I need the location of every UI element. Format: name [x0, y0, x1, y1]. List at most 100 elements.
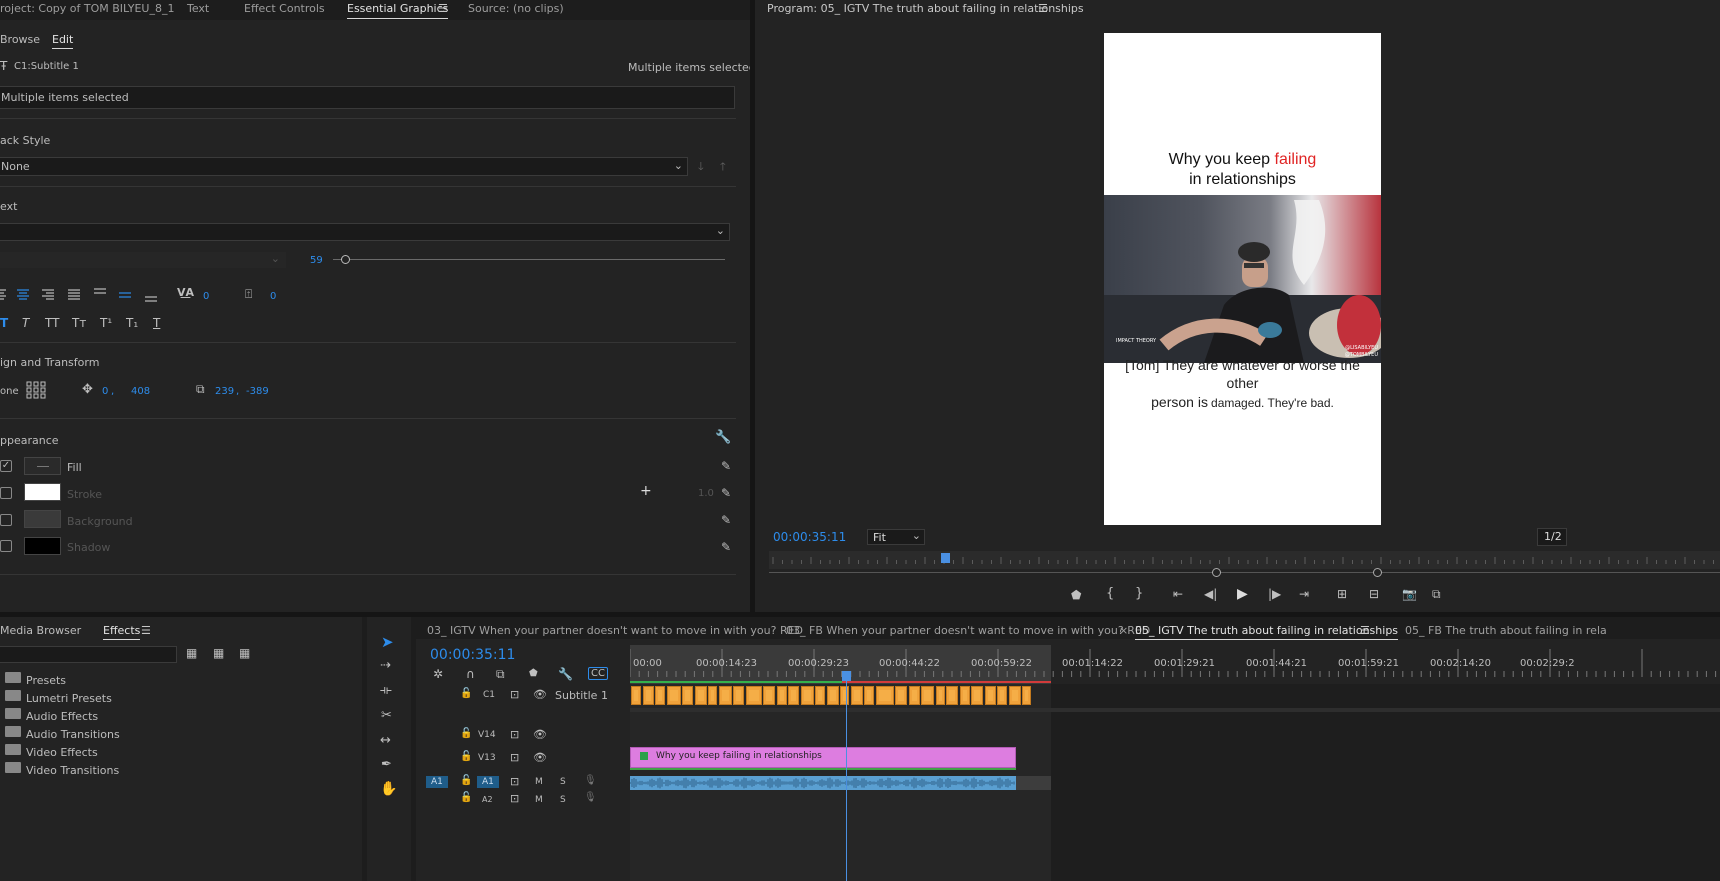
background-swatch[interactable] [24, 510, 61, 528]
camera-icon[interactable]: 📷 [1402, 587, 1417, 601]
mute-button[interactable]: M [535, 795, 543, 805]
source-patch-a1[interactable]: A1 [426, 776, 448, 788]
tab-source[interactable]: Source: (no clips) [468, 2, 564, 15]
caption-clip[interactable] [1008, 686, 1021, 705]
caption-clip[interactable] [935, 686, 945, 705]
hamburger-icon[interactable]: ☰ [1038, 2, 1048, 15]
yuv-effects-icon[interactable]: ▦ [239, 646, 250, 660]
small-caps-button[interactable]: Tт [72, 316, 86, 330]
tab-effects[interactable]: Effects [103, 624, 141, 640]
eyedropper-icon[interactable]: ✎ [721, 459, 731, 473]
eye-icon[interactable]: 👁 [533, 688, 547, 701]
caption-clip[interactable] [666, 686, 681, 705]
caption-clip[interactable] [655, 686, 665, 705]
tracking-value[interactable]: 0 [203, 291, 209, 302]
subscript-button[interactable]: T₁ [126, 316, 138, 330]
background-checkbox[interactable] [0, 514, 12, 526]
timeline-tab[interactable]: 03_ FB When your partner doesn't want to… [786, 624, 1150, 637]
hamburger-icon[interactable]: ☰ [141, 624, 151, 637]
list-item[interactable]: Presets [0, 672, 362, 690]
sync-lock-icon[interactable]: ⊡ [510, 688, 519, 701]
push-up-icon[interactable]: 🡑 [720, 158, 726, 177]
caption-clip[interactable] [984, 686, 996, 705]
track-style-dropdown[interactable]: None ⌄ [0, 157, 688, 176]
add-marker-icon[interactable]: ⬟ [529, 668, 538, 679]
razor-tool-icon[interactable]: ✂ [381, 708, 392, 723]
align-grid-icon[interactable] [26, 381, 46, 399]
underline-button[interactable]: T [153, 316, 160, 330]
faux-italic-button[interactable]: T [22, 316, 29, 330]
comparison-view-icon[interactable]: ⧉ [1432, 587, 1441, 602]
captions-icon[interactable]: CC [588, 667, 608, 680]
caption-clip[interactable] [815, 686, 825, 705]
selection-tool-icon[interactable]: ➤ [381, 633, 394, 651]
eye-icon[interactable]: 👁 [533, 751, 547, 764]
tab-media-browser[interactable]: Media Browser [0, 624, 81, 637]
caption-clip[interactable] [921, 686, 934, 705]
list-item[interactable]: Video Transitions [0, 762, 362, 780]
caption-clip[interactable] [800, 686, 814, 705]
stroke-swatch[interactable] [24, 483, 61, 501]
program-title[interactable]: Program: 05_ IGTV The truth about failin… [767, 2, 1084, 15]
nest-icon[interactable]: ✲ [433, 667, 443, 681]
font-size-slider-handle[interactable] [341, 255, 350, 264]
multiple-items-field[interactable]: Multiple items selected [0, 86, 735, 109]
list-item[interactable]: Audio Effects [0, 708, 362, 726]
fill-checkbox[interactable]: ✓ [0, 460, 12, 472]
position-y[interactable]: 408 [131, 386, 150, 397]
font-dropdown[interactable]: ⌄ [0, 223, 730, 241]
go-to-out-icon[interactable]: ⇥ [1299, 587, 1309, 601]
lock-icon[interactable]: 🔓 [460, 775, 472, 786]
step-back-icon[interactable]: ◀| [1204, 587, 1217, 601]
solo-button[interactable]: S [560, 795, 566, 805]
go-to-in-icon[interactable]: ⇤ [1173, 587, 1183, 601]
caption-clip[interactable] [850, 686, 863, 705]
wrench-icon[interactable]: 🔧 [558, 667, 573, 681]
hamburger-icon[interactable]: ☰ [1360, 624, 1370, 637]
stroke-checkbox[interactable] [0, 487, 12, 499]
all-caps-button[interactable]: TT [45, 316, 59, 330]
32bit-effects-icon[interactable]: ▦ [213, 646, 224, 660]
push-down-icon[interactable]: 🡓 [698, 158, 704, 177]
fill-swatch[interactable] [24, 457, 61, 475]
caption-clip[interactable] [776, 686, 787, 705]
caption-clip[interactable] [875, 686, 894, 705]
timeline-playhead[interactable] [842, 671, 851, 681]
caption-clip[interactable] [908, 686, 920, 705]
position-x[interactable]: 0 [102, 386, 108, 397]
ripple-edit-tool-icon[interactable]: ⟛ [380, 683, 392, 698]
zoom-handle-right[interactable] [1373, 568, 1382, 577]
sync-lock-icon[interactable]: ⊡ [510, 751, 519, 764]
v13-clip[interactable]: Why you keep failing in relationships [630, 747, 1016, 768]
font-size-value[interactable]: 59 [310, 255, 323, 266]
list-item[interactable]: Video Effects [0, 744, 362, 762]
scale-y[interactable]: -389 [246, 386, 269, 397]
mark-out-icon[interactable]: } [1135, 586, 1143, 601]
eyedropper-icon[interactable]: ✎ [721, 540, 731, 554]
lock-icon[interactable]: 🔓 [460, 728, 472, 739]
resolution-dropdown[interactable]: 1/2 [1537, 528, 1567, 546]
eye-icon[interactable]: 👁 [533, 728, 547, 741]
hand-tool-icon[interactable]: ✋ [380, 781, 397, 797]
leading-value[interactable]: 0 [270, 291, 276, 302]
superscript-button[interactable]: T¹ [100, 316, 112, 330]
add-icon[interactable]: + [640, 483, 652, 499]
tab-project[interactable]: roject: Copy of TOM BILYEU_8_1 [0, 2, 174, 15]
eyedropper-icon[interactable]: ✎ [721, 513, 731, 527]
add-marker-icon[interactable]: ⬟ [1071, 588, 1081, 602]
caption-clip[interactable] [840, 686, 849, 705]
caption-clip[interactable] [959, 686, 970, 705]
extract-icon[interactable]: ⊟ [1369, 587, 1379, 601]
caption-clip[interactable] [694, 686, 707, 705]
eyedropper-icon[interactable]: ✎ [721, 486, 731, 500]
sync-lock-icon[interactable]: ⊡ [510, 775, 519, 788]
sync-lock-icon[interactable]: ⊡ [510, 792, 519, 805]
caption-clip[interactable] [642, 686, 654, 705]
lock-icon[interactable]: 🔓 [460, 792, 472, 803]
caption-clip[interactable] [895, 686, 907, 705]
caption-clip[interactable] [733, 686, 744, 705]
microphone-icon[interactable]: 🎙 [584, 775, 597, 786]
linked-selection-icon[interactable]: ⧉ [496, 667, 505, 682]
accelerated-effects-icon[interactable]: ▦ [186, 646, 197, 660]
caption-clip[interactable] [745, 686, 762, 705]
